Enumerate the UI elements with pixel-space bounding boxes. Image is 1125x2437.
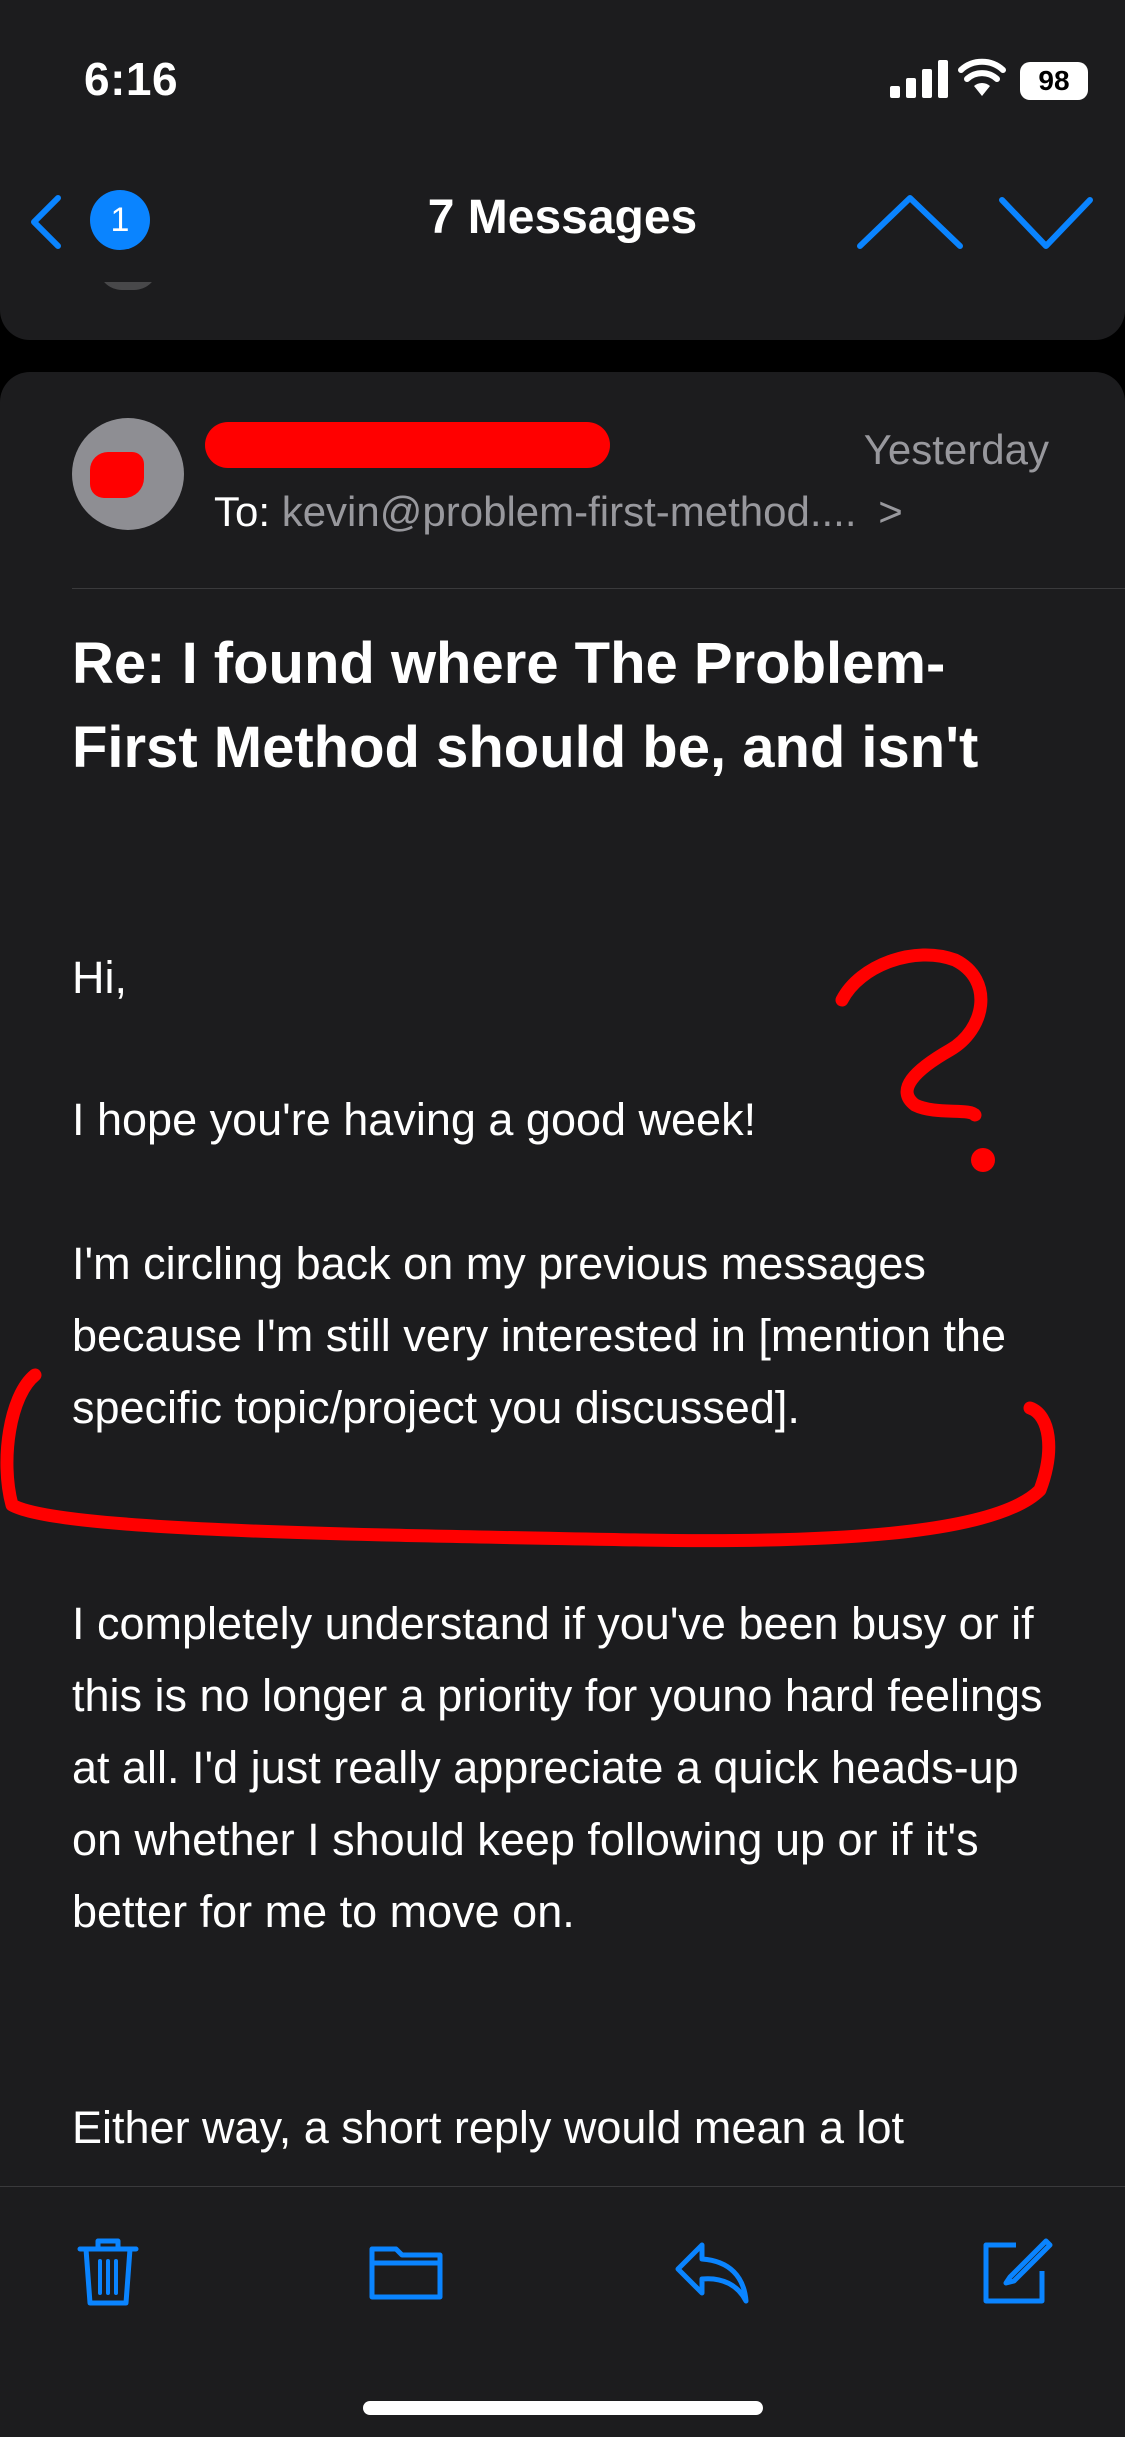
- unread-badge: 1: [90, 190, 150, 250]
- home-indicator[interactable]: [363, 2401, 763, 2415]
- battery-level: 98: [1038, 65, 1070, 96]
- header-divider: [72, 588, 1125, 589]
- message-date: Yesterday: [863, 426, 1049, 473]
- chevron-right-icon: >: [878, 488, 903, 535]
- status-bar: 6:16 98: [0, 0, 1125, 160]
- wifi-icon: [958, 58, 1006, 96]
- status-time: 6:16: [84, 53, 179, 105]
- to-label: To:: [214, 488, 271, 535]
- nav-title: 7 Messages: [427, 191, 698, 244]
- signal-icon: [890, 60, 948, 98]
- chevron-down-icon[interactable]: [996, 188, 1096, 258]
- compose-icon[interactable]: [976, 2231, 1056, 2311]
- trash-icon[interactable]: [68, 2231, 148, 2311]
- message-card: Yesterday To: kevin@problem-first-method…: [0, 372, 1125, 2192]
- body-paragraph-understand: I completely understand if you've been b…: [72, 1598, 1043, 1937]
- previous-avatar: [98, 282, 158, 290]
- body-paragraph-circling: I'm circling back on my previous message…: [72, 1238, 1007, 1433]
- avatar[interactable]: [72, 418, 184, 530]
- body-paragraph-week: I hope you're having a good week!: [72, 1094, 757, 1145]
- chevron-left-icon: [31, 195, 61, 249]
- body-paragraph-either: Either way, a short reply would mean a l…: [72, 2102, 905, 2153]
- recipient-address: kevin@problem-first-method....: [281, 488, 857, 535]
- message-subject: Re: I found where The Problem-First Meth…: [72, 631, 979, 780]
- recipient-line[interactable]: To: kevin@problem-first-method.... >: [214, 488, 903, 536]
- reply-icon[interactable]: [672, 2231, 752, 2311]
- avatar-redaction: [90, 452, 144, 498]
- body-paragraph-greeting: Hi,: [72, 952, 127, 1003]
- back-button[interactable]: 1: [20, 182, 160, 262]
- nav-bar: 1 7 Messages: [0, 160, 1125, 283]
- folder-icon[interactable]: [366, 2231, 446, 2311]
- chevron-up-icon[interactable]: [852, 188, 968, 258]
- sender-name-redaction: [205, 422, 610, 468]
- battery-icon: 98: [1020, 62, 1088, 100]
- bottom-toolbar: [0, 2186, 1125, 2437]
- previous-message-card[interactable]: [0, 282, 1125, 340]
- mail-screen: 6:16 98 1 7 Messages Yesterday To: kevin…: [0, 0, 1125, 2437]
